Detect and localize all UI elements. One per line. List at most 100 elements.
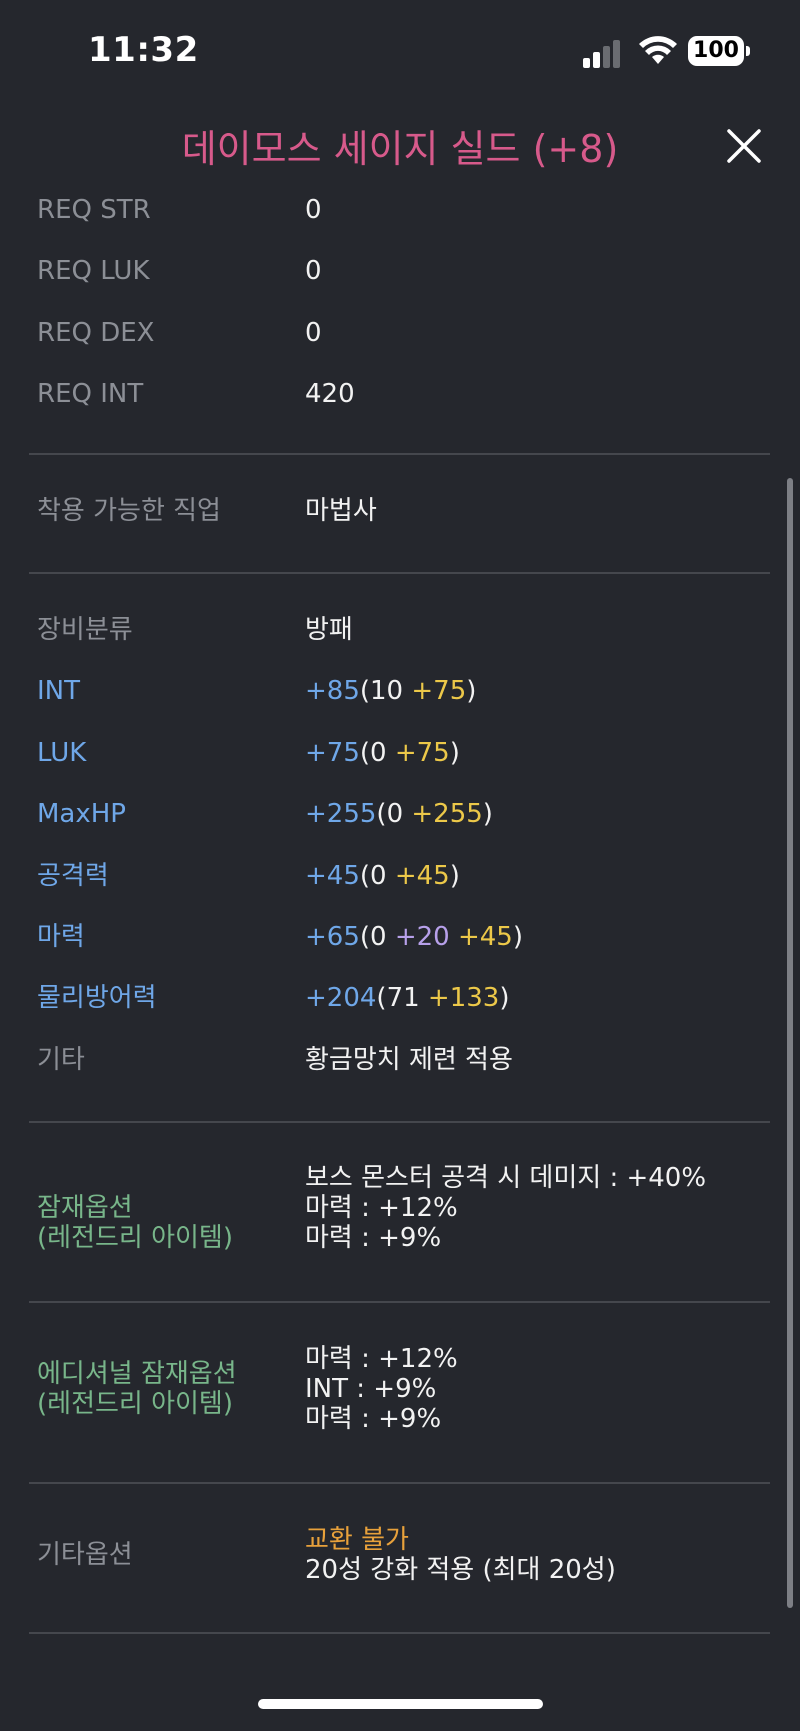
- equip-category-row: 장비분류 방패: [0, 600, 800, 661]
- req-row: REQ DEX 0: [0, 303, 800, 364]
- stat-total: +85: [305, 676, 360, 707]
- stat-row: LUK +75(0 +75): [0, 723, 800, 784]
- req-value: 0: [305, 256, 322, 287]
- stat-bonus: +75: [411, 676, 467, 707]
- close-icon[interactable]: [724, 126, 764, 166]
- stat-value: +85(10 +75): [305, 661, 476, 722]
- job-value: 마법사: [305, 496, 377, 526]
- stat-total: +45: [305, 860, 360, 891]
- additional-potential-line: 마력 : +12%: [305, 1344, 458, 1374]
- req-label: REQ STR: [37, 195, 151, 225]
- stat-total: +255: [305, 799, 377, 830]
- stat-value: +65(0 +20 +45): [305, 907, 523, 968]
- etc-row: 기타 황금망치 제련 적용: [0, 1030, 800, 1091]
- stat-row: 마력 +65(0 +20 +45): [0, 907, 800, 968]
- potential-grade-label: (레전드리 아이템): [37, 1223, 233, 1253]
- stat-base: (0: [376, 799, 412, 830]
- job-row: 착용 가능한 직업 마법사: [0, 481, 800, 542]
- stat-close: ): [482, 799, 493, 830]
- stat-base: (10: [359, 676, 412, 707]
- potential-line: 마력 : +12%: [305, 1193, 458, 1223]
- req-row: REQ LUK 0: [0, 241, 800, 302]
- stat-row: 물리방어력 +204(71 +133): [0, 968, 800, 1029]
- stat-base: (0: [359, 860, 395, 891]
- req-row: REQ STR 0: [0, 180, 800, 241]
- additional-potential-line: INT : +9%: [305, 1374, 437, 1404]
- stat-label: 공격력: [37, 860, 109, 891]
- etc-value: 황금망치 제련 적용: [305, 1044, 513, 1075]
- stat-value: +204(71 +133): [305, 968, 510, 1029]
- req-value: 0: [305, 317, 322, 348]
- stat-row: MaxHP +255(0 +255): [0, 784, 800, 845]
- stat-bonus: +75: [394, 737, 450, 768]
- stat-label: 물리방어력: [37, 983, 157, 1014]
- wifi-icon: [639, 36, 677, 64]
- stat-base: (71: [376, 983, 428, 1014]
- status-time: 11:32: [88, 30, 199, 70]
- req-row: REQ INT 420: [0, 364, 800, 425]
- battery-icon: 100: [688, 36, 750, 66]
- stat-label: 마력: [37, 921, 85, 952]
- stat-value: +255(0 +255): [305, 784, 493, 845]
- stat-total: +65: [305, 921, 360, 952]
- stat-value: +45(0 +45): [305, 846, 460, 907]
- stat-label: LUK: [37, 737, 87, 768]
- item-detail-list: REQ STR 0 REQ LUK 0 REQ DEX 0 REQ INT 42…: [0, 180, 800, 426]
- stat-close: ): [449, 737, 460, 768]
- equip-stats-section: 장비분류 방패 INT +85(10 +75) LUK +75(0 +75) M…: [0, 600, 800, 1091]
- stat-base: (0: [359, 921, 395, 952]
- stat-close: ): [512, 921, 523, 952]
- additional-potential-label-line: 에디셔널 잠재옵션: [37, 1359, 237, 1389]
- potential-line: 보스 몬스터 공격 시 데미지 : +40%: [305, 1163, 707, 1193]
- stat-bonus: +133: [427, 983, 500, 1014]
- stat-row: 공격력 +45(0 +45): [0, 846, 800, 907]
- equip-category-label: 장비분류: [37, 615, 133, 645]
- stat-base: (0: [359, 737, 395, 768]
- etc-options-section: 기타옵션 교환 불가 20성 강화 적용 (최대 20성): [0, 1525, 800, 1590]
- additional-potential-section: 에디셔널 잠재옵션 (레전드리 아이템) 마력 : +12% INT : +9%…: [0, 1344, 800, 1439]
- stat-label: MaxHP: [37, 799, 126, 830]
- stat-bonus: +45: [394, 860, 450, 891]
- stat-bonus: +255: [411, 799, 483, 830]
- req-value: 420: [305, 379, 355, 410]
- status-bar: 11:32 100: [0, 0, 800, 100]
- section-divider: [29, 1121, 770, 1123]
- additional-potential-grade-label: (레전드리 아이템): [37, 1389, 233, 1419]
- potential-label-line: 잠재옵션: [37, 1193, 133, 1223]
- stat-close: ): [499, 983, 510, 1014]
- stat-starforce: +20: [394, 921, 458, 952]
- item-title: 데이모스 세이지 실드 (+8): [181, 127, 619, 171]
- stat-total: +75: [305, 737, 360, 768]
- scrollbar[interactable]: [787, 478, 793, 1608]
- potential-label: 잠재옵션 (레전드리 아이템): [37, 1193, 233, 1253]
- potential-values: 보스 몬스터 공격 시 데미지 : +40% 마력 : +12% 마력 : +9…: [305, 1163, 706, 1253]
- etc-options-label: 기타옵션: [37, 1540, 133, 1570]
- section-divider: [29, 572, 770, 574]
- etc-options-values: 교환 불가 20성 강화 적용 (최대 20성): [305, 1525, 616, 1585]
- section-divider: [29, 1301, 770, 1303]
- home-indicator[interactable]: [258, 1699, 543, 1709]
- potential-section: 잠재옵션 (레전드리 아이템) 보스 몬스터 공격 시 데미지 : +40% 마…: [0, 1163, 800, 1258]
- stat-bonus: +45: [457, 921, 513, 952]
- etc-label: 기타: [37, 1044, 85, 1075]
- stat-total: +204: [305, 983, 377, 1014]
- potential-line: 마력 : +9%: [305, 1223, 442, 1253]
- additional-potential-line: 마력 : +9%: [305, 1404, 442, 1434]
- starforce-text: 20성 강화 적용 (최대 20성): [305, 1555, 616, 1585]
- req-value: 0: [305, 195, 322, 225]
- req-label: REQ LUK: [37, 256, 150, 287]
- equip-category-value: 방패: [305, 615, 353, 645]
- stat-close: ): [449, 860, 460, 891]
- section-divider: [29, 453, 770, 455]
- job-label: 착용 가능한 직업: [37, 496, 221, 526]
- untradeable-text: 교환 불가: [305, 1525, 409, 1555]
- stat-row: INT +85(10 +75): [0, 661, 800, 722]
- req-label: REQ DEX: [37, 317, 155, 348]
- req-label: REQ INT: [37, 379, 144, 410]
- section-divider: [29, 1632, 770, 1634]
- section-divider: [29, 1482, 770, 1484]
- stat-label: INT: [37, 676, 80, 707]
- cellular-signal-icon: [583, 38, 627, 68]
- additional-potential-values: 마력 : +12% INT : +9% 마력 : +9%: [305, 1344, 458, 1434]
- stat-value: +75(0 +75): [305, 723, 460, 784]
